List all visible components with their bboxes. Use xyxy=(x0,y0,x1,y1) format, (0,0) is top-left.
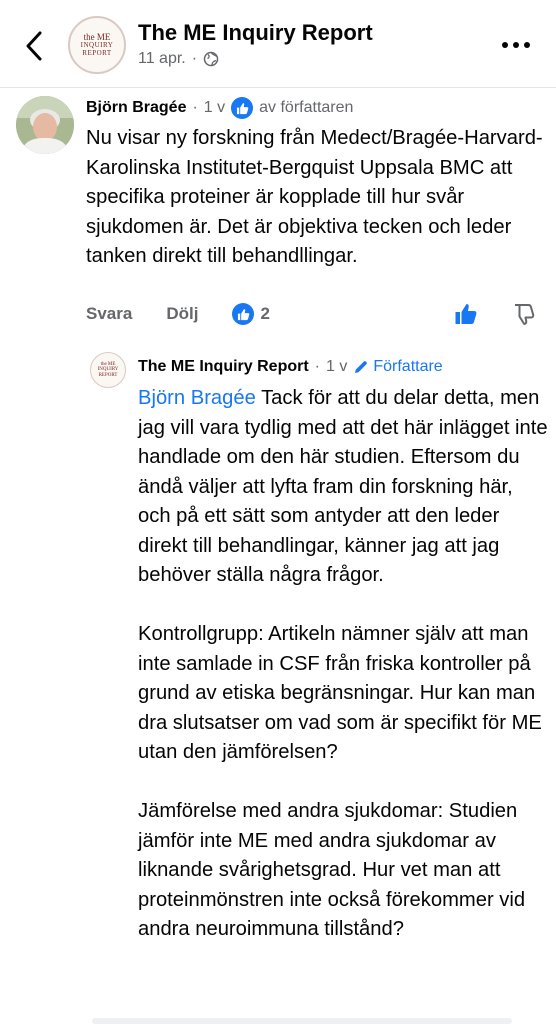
mention-link[interactable]: Björn Bragée xyxy=(138,387,256,409)
dislike-button[interactable] xyxy=(510,300,538,328)
comment-actions: Svara Dölj 2 xyxy=(86,300,546,328)
reply-avatar[interactable]: the ME INQUIRY REPORT xyxy=(90,352,126,388)
more-options-button[interactable] xyxy=(496,30,536,60)
meta-separator: · xyxy=(314,358,320,375)
thumbs-up-icon xyxy=(237,308,250,320)
like-button[interactable] xyxy=(452,300,480,328)
reply-paragraph: Kontrollgrupp: Artikeln nämner själv att… xyxy=(138,623,542,763)
composer-edge xyxy=(92,1018,512,1024)
reaction-summary[interactable]: 2 xyxy=(232,303,270,325)
logo-text-line3: REPORT xyxy=(82,48,112,57)
thumbs-down-icon xyxy=(515,304,535,325)
reply-header: The ME Inquiry Report · 1 v Författare xyxy=(138,358,443,376)
reply-age[interactable]: 1 v xyxy=(326,358,347,376)
reaction-count: 2 xyxy=(260,304,270,323)
reply-paragraph: Björn Bragée Tack för att du delar detta… xyxy=(138,384,548,591)
author-badge: Författare xyxy=(353,358,443,376)
post-header: the ME INQUIRY REPORT The ME Inquiry Rep… xyxy=(0,0,556,88)
reply-author[interactable]: The ME Inquiry Report xyxy=(138,358,309,376)
comment-header: Björn Bragée · 1 v av författaren xyxy=(86,97,353,119)
avatar-photo xyxy=(16,96,74,154)
post-meta: 11 apr. · xyxy=(138,50,219,68)
chevron-left-icon xyxy=(26,31,42,61)
post-date[interactable]: 11 apr. xyxy=(138,50,186,68)
commenter-avatar[interactable] xyxy=(16,96,74,154)
reply-button[interactable]: Svara xyxy=(86,304,132,324)
reply-paragraph-text: Tack för att du delar detta, men jag vil… xyxy=(138,387,548,586)
pencil-icon xyxy=(355,361,368,373)
author-liked-label: av författaren xyxy=(259,99,354,116)
logo-text-line3: REPORT xyxy=(98,372,118,378)
thumbs-up-icon xyxy=(455,304,477,324)
reply-text: Björn Bragée Tack för att du delar detta… xyxy=(138,384,548,945)
page-name[interactable]: The ME Inquiry Report xyxy=(138,20,373,46)
thumbs-up-icon xyxy=(236,102,248,114)
like-reaction-icon xyxy=(232,303,255,325)
comment-age[interactable]: 1 v xyxy=(204,99,225,117)
liked-by-author-badge xyxy=(231,97,254,119)
page-avatar[interactable]: the ME INQUIRY REPORT xyxy=(68,16,126,74)
more-icon-dot xyxy=(524,42,530,48)
more-icon xyxy=(502,42,508,48)
hide-button[interactable]: Dölj xyxy=(166,304,198,324)
globe-icon xyxy=(203,51,219,67)
more-icon-dot xyxy=(513,42,519,48)
meta-separator: · xyxy=(192,99,198,116)
author-badge-label: Författare xyxy=(373,358,443,375)
comment-author[interactable]: Björn Bragée xyxy=(86,99,186,117)
back-button[interactable] xyxy=(18,28,50,64)
meta-separator: · xyxy=(191,50,198,67)
comment-text: Nu visar ny forskning från Medect/Bragée… xyxy=(86,127,543,267)
reply-paragraph: Jämförelse med andra sjukdomar: Studien … xyxy=(138,800,526,940)
